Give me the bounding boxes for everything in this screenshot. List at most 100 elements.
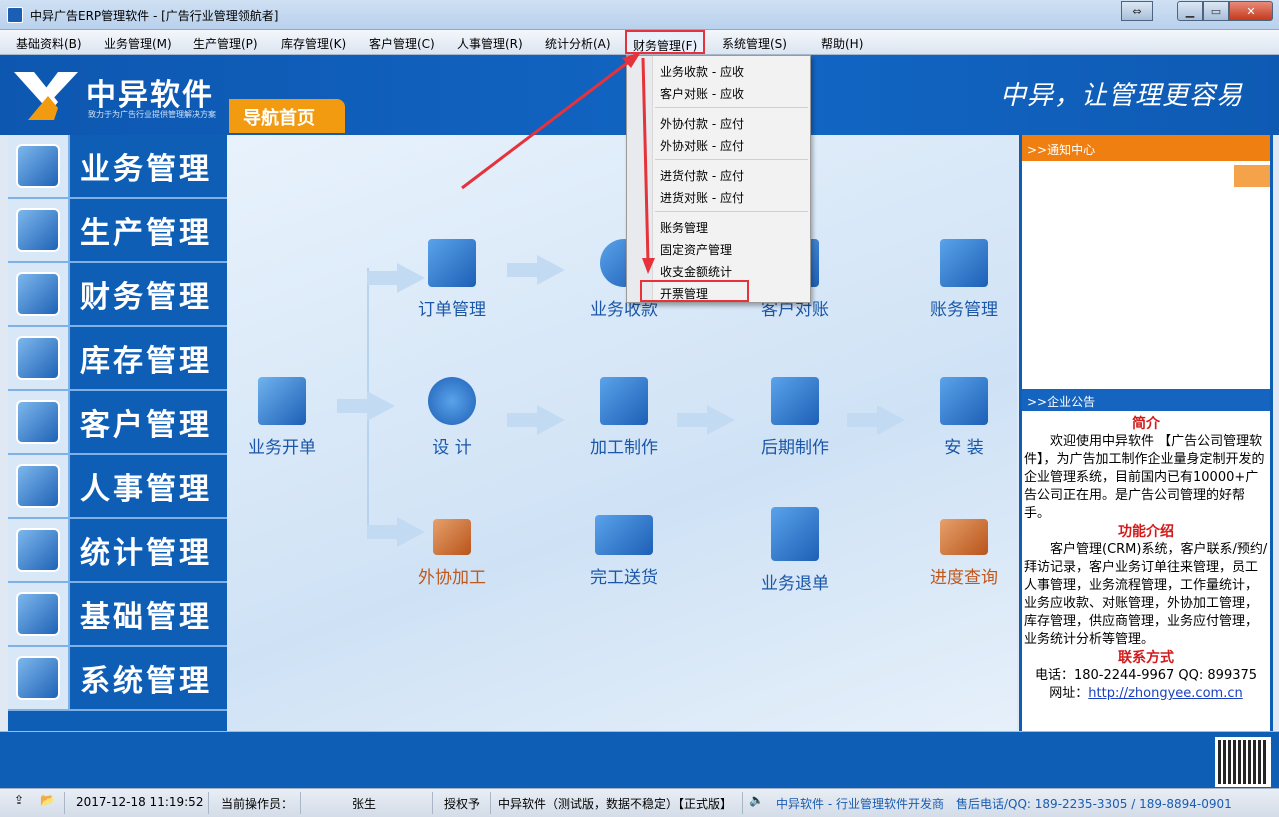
sidebar-item-business[interactable]: 业务管理 xyxy=(8,135,227,199)
sidebar-item-label: 业务管理 xyxy=(80,152,212,187)
minimize-button[interactable]: ▁ xyxy=(1177,1,1203,21)
node-progress[interactable]: 进度查询 xyxy=(909,519,1019,588)
export-list-icon xyxy=(433,519,471,555)
sidebar-item-hr[interactable]: 人事管理 xyxy=(8,455,227,519)
node-label: 账务管理 xyxy=(930,300,998,320)
dd-accounts[interactable]: 账务管理 xyxy=(660,219,708,236)
gears-icon xyxy=(8,583,70,645)
sidebar-item-label: 库存管理 xyxy=(80,344,212,379)
node-label: 进度查询 xyxy=(930,568,998,588)
dropdown-separator xyxy=(655,211,808,212)
node-production[interactable]: 加工制作 xyxy=(569,377,679,458)
cancel-list-icon xyxy=(771,507,819,561)
customer-icon xyxy=(8,391,70,453)
sidebar-item-finance[interactable]: 财务管理 xyxy=(8,263,227,327)
sidebar-item-system[interactable]: 系统管理 xyxy=(8,647,227,711)
site-link[interactable]: http://zhongyee.com.cn xyxy=(1088,686,1242,701)
status-operator-label: 当前操作员： xyxy=(221,797,294,811)
node-label: 完工送货 xyxy=(590,568,658,588)
menu-business[interactable]: 业务管理(M) xyxy=(104,35,172,52)
sidebar-item-basic[interactable]: 基础管理 xyxy=(8,583,227,647)
people-icon xyxy=(8,455,70,517)
sidebar-item-label: 人事管理 xyxy=(80,472,212,507)
app-icon xyxy=(7,7,23,23)
navigation-canvas: 订单管理 业务收款 客户对账 账务管理 业务开单 设 计 加工制作 后期制作 安… xyxy=(227,135,1017,731)
node-order[interactable]: 订单管理 xyxy=(397,239,507,320)
menu-basic-data[interactable]: 基础资料(B) xyxy=(16,35,82,52)
restore-layout-button[interactable]: ⇔ xyxy=(1121,1,1153,21)
menu-finance[interactable]: 财务管理(F) xyxy=(625,30,706,54)
qr-code xyxy=(1215,737,1271,787)
status-auth: 授权予 xyxy=(444,797,481,811)
home-icon[interactable]: ⇪ xyxy=(14,793,24,807)
menu-statistics[interactable]: 统计分析(A) xyxy=(545,35,611,52)
menu-help[interactable]: 帮助(H) xyxy=(821,35,863,52)
logo-icon xyxy=(14,72,78,120)
node-label: 安 装 xyxy=(944,438,984,458)
dd-purchase-reconcile[interactable]: 进货对账 - 应付 xyxy=(660,189,744,206)
node-label: 后期制作 xyxy=(761,438,829,458)
node-label: 订单管理 xyxy=(418,300,486,320)
dd-outsource-payment[interactable]: 外协付款 - 应付 xyxy=(660,115,744,132)
dd-income-expense-stats[interactable]: 收支金额统计 xyxy=(660,263,732,280)
order-check-icon xyxy=(428,239,476,287)
sidebar-item-inventory[interactable]: 库存管理 xyxy=(8,327,227,391)
truck-icon xyxy=(595,515,653,555)
image-edit-icon xyxy=(940,377,988,425)
dd-fixed-assets[interactable]: 固定资产管理 xyxy=(660,241,732,258)
sidebar-item-customer[interactable]: 客户管理 xyxy=(8,391,227,455)
node-new-order[interactable]: 业务开单 xyxy=(227,377,337,458)
node-post-production[interactable]: 后期制作 xyxy=(740,377,850,458)
speaker-icon: 🔈 xyxy=(749,793,764,807)
node-install[interactable]: 安 装 xyxy=(909,377,1019,458)
close-button[interactable]: ✕ xyxy=(1229,1,1273,21)
node-label: 外协加工 xyxy=(418,568,486,588)
sidebar-item-label: 财务管理 xyxy=(80,280,212,315)
flow-arrow-icon xyxy=(507,405,565,435)
menu-inventory[interactable]: 库存管理(K) xyxy=(281,35,346,52)
sidebar-item-statistics[interactable]: 统计管理 xyxy=(8,519,227,583)
node-accounts[interactable]: 账务管理 xyxy=(909,239,1019,320)
notice-center-title: >>通知中心 xyxy=(1022,135,1270,161)
node-delivery[interactable]: 完工送货 xyxy=(569,515,679,588)
dd-outsource-reconcile[interactable]: 外协对账 - 应付 xyxy=(660,137,744,154)
sidebar-item-label: 基础管理 xyxy=(80,600,212,635)
window-title: 中异广告ERP管理软件 - [广告行业管理领航者] xyxy=(30,9,279,23)
features-heading: 功能介绍 xyxy=(1118,524,1174,540)
menu-system[interactable]: 系统管理(S) xyxy=(722,35,787,52)
chart-icon xyxy=(8,519,70,581)
features-text: 客户管理(CRM)系统，客户联系/预约/拜访记录，客户业务订单往来管理，员工人事… xyxy=(1024,542,1268,647)
status-version: 中异软件（测试版，数据不稳定）【正式版】 xyxy=(498,797,733,811)
folder-icon[interactable]: 📂 xyxy=(40,793,55,807)
image-edit-icon xyxy=(600,377,648,425)
site-label: 网址： xyxy=(1049,686,1089,701)
ledger-icon xyxy=(940,239,988,287)
tab-nav-home[interactable]: 导航首页 xyxy=(229,99,345,133)
dropdown-separator xyxy=(655,159,808,160)
image-edit-icon xyxy=(771,377,819,425)
menu-production[interactable]: 生产管理(P) xyxy=(193,35,258,52)
status-operator: 张生 xyxy=(352,797,377,811)
slogan: 中异，让管理更容易 xyxy=(999,81,1243,111)
notice-tab[interactable] xyxy=(1234,165,1270,187)
dd-purchase-payment[interactable]: 进货付款 - 应付 xyxy=(660,167,744,184)
sidebar-item-production[interactable]: 生产管理 xyxy=(8,199,227,263)
flow-arrow-icon xyxy=(337,391,395,421)
title-bar: 中异广告ERP管理软件 - [广告行业管理领航者] ⇔ ▁ ▭ ✕ xyxy=(0,0,1279,30)
node-return[interactable]: 业务退单 xyxy=(740,507,850,594)
brand-tagline: 致力于为广告行业提供管理解决方案 xyxy=(88,110,216,119)
contact-phone: 电话：180-2244-9967 QQ: 899375 xyxy=(1034,668,1258,683)
maximize-button[interactable]: ▭ xyxy=(1203,1,1229,21)
menu-hr[interactable]: 人事管理(R) xyxy=(457,35,523,52)
flow-arrow-icon xyxy=(847,405,905,435)
node-design[interactable]: 设 计 xyxy=(397,377,507,458)
production-icon xyxy=(8,199,70,261)
menu-customer[interactable]: 客户管理(C) xyxy=(369,35,435,52)
status-bar: ⇪ 📂 2017-12-18 11:19:52 当前操作员： 张生 授权予 中异… xyxy=(0,788,1279,817)
intro-heading: 简介 xyxy=(1132,416,1160,432)
finance-dropdown-menu: 业务收款 - 应收 客户对账 - 应收 外协付款 - 应付 外协对账 - 应付 … xyxy=(626,55,811,303)
dd-receipt[interactable]: 业务收款 - 应收 xyxy=(660,63,744,80)
node-outsource[interactable]: 外协加工 xyxy=(397,519,507,588)
sidebar-item-label: 客户管理 xyxy=(80,408,212,443)
dd-reconcile-receivable[interactable]: 客户对账 - 应收 xyxy=(660,85,744,102)
